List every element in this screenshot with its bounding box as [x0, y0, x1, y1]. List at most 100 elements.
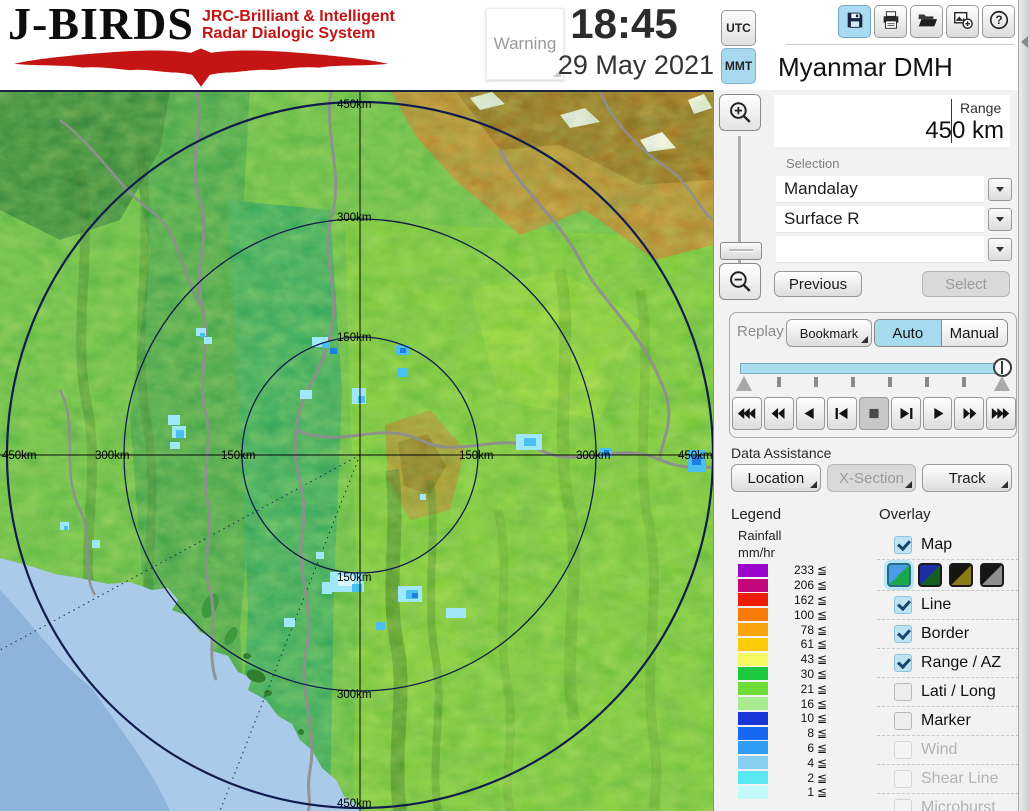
step-back-icon [835, 408, 848, 419]
replay-panel: Replay Bookmark Auto Manual [729, 312, 1017, 438]
overlay-item-label: Wind [921, 741, 958, 758]
wind-checkbox[interactable] [894, 741, 912, 759]
x-section-button[interactable]: X-Section [826, 464, 917, 492]
overlay-item-label: Marker [921, 712, 971, 729]
step-back-button[interactable] [827, 397, 858, 430]
data-assistance-label: Data Assistance [731, 445, 832, 461]
utc-button[interactable]: UTC [721, 10, 756, 46]
option-dropdown-button[interactable] [988, 238, 1012, 261]
timeline-tick [777, 377, 781, 387]
product-dropdown-value[interactable]: Surface R [776, 206, 984, 233]
legend-scale: 233 ≦ 206 ≦ 162 ≦ 100 ≦ 78 ≦ 61 ≦ 43 ≦ 30 ≦ 21 ≦ 16 ≦ 10 ≦ 8 ≦ 6… [738, 563, 853, 800]
radar-map[interactable]: 450km 300km 150km 150km 300km 450km 450km 300km… [0, 90, 713, 811]
overlay-item-lati-long: Lati / Long [877, 678, 1019, 707]
lte-symbol: ≦ [817, 770, 828, 785]
product-dropdown: Surface R [776, 206, 1019, 233]
track-button[interactable]: Track [922, 464, 1013, 492]
range-az-checkbox[interactable] [894, 654, 912, 672]
radar-map-svg: 450km 300km 150km 150km 300km 450km 450km 300km… [0, 90, 713, 811]
add-image-button[interactable] [946, 5, 979, 38]
microburst-checkbox[interactable] [894, 799, 912, 811]
legend-color-swatch [738, 637, 768, 651]
legend-value: 8 [807, 726, 814, 741]
add-image-icon [952, 9, 974, 34]
legend-value: 61 [800, 637, 814, 652]
forward-button[interactable] [954, 397, 985, 430]
zoom-in-button[interactable] [719, 94, 761, 131]
toolbar: ? [838, 5, 1015, 38]
clock-date: 29 May 2021 [557, 50, 714, 80]
legend-color-swatch [738, 593, 768, 607]
lte-symbol: ≦ [817, 711, 828, 726]
option-dropdown-value[interactable] [776, 236, 984, 263]
lati-long-checkbox[interactable] [894, 683, 912, 701]
line-checkbox[interactable] [894, 596, 912, 614]
open-folder-icon [916, 9, 938, 34]
forward-fast-button[interactable] [986, 397, 1017, 430]
legend-value: 10 [800, 711, 814, 726]
lte-symbol: ≦ [817, 696, 828, 711]
play-icon [933, 408, 944, 419]
save-button[interactable] [838, 5, 871, 38]
map-checkbox[interactable] [894, 536, 912, 554]
legend-value: 78 [800, 622, 814, 637]
rewind-fast-button[interactable] [732, 397, 762, 430]
print-button[interactable] [874, 5, 907, 38]
site-dropdown: Mandalay [776, 176, 1019, 203]
map-theme-black-gray[interactable] [980, 563, 1004, 587]
lte-symbol: ≦ [817, 681, 828, 696]
bookmark-button[interactable]: Bookmark [786, 319, 872, 347]
option-dropdown [776, 236, 1019, 263]
replay-timeline[interactable] [740, 363, 1004, 374]
legend-item: 61 ≦ [738, 637, 853, 652]
overlay-item-wind: Wind [877, 736, 1019, 765]
site-dropdown-value[interactable]: Mandalay [776, 176, 984, 203]
site-dropdown-button[interactable] [988, 178, 1012, 201]
chevron-down-icon [996, 247, 1004, 252]
legend-item: 1 ≦ [738, 785, 853, 800]
timeline-tick [888, 377, 892, 387]
lte-symbol: ≦ [817, 666, 828, 681]
select-button[interactable]: Select [922, 271, 1010, 297]
legend-value: 30 [800, 666, 814, 681]
overlay-label: Overlay [879, 506, 931, 523]
map-theme-navy-darkgreen[interactable] [918, 563, 942, 587]
legend-color-swatch [738, 563, 768, 577]
zoom-out-button[interactable] [719, 263, 761, 300]
rewind-button[interactable] [763, 397, 794, 430]
timeline-end-marker[interactable] [994, 376, 1010, 391]
product-dropdown-button[interactable] [988, 208, 1012, 231]
help-button[interactable]: ? [982, 5, 1015, 38]
shear-line-checkbox[interactable] [894, 770, 912, 788]
selection-label: Selection [786, 156, 840, 171]
legend-color-swatch [738, 756, 768, 770]
timeline-handle[interactable] [993, 358, 1012, 377]
overlay-item-label: Map [921, 536, 953, 553]
open-folder-button[interactable] [910, 5, 943, 38]
legend-unit-line1: Rainfall [738, 528, 782, 543]
legend-value: 206 [793, 578, 814, 593]
lte-symbol: ≦ [817, 740, 828, 755]
play-back-button[interactable] [795, 397, 826, 430]
mmt-button[interactable]: MMT [721, 48, 756, 84]
timeline-tick [851, 377, 855, 387]
legend-item: 30 ≦ [738, 667, 853, 682]
marker-checkbox[interactable] [894, 712, 912, 730]
manual-mode-button[interactable]: Manual [941, 320, 1007, 346]
previous-button[interactable]: Previous [774, 271, 862, 297]
range-label-150km: 150km [337, 572, 372, 584]
auto-mode-button[interactable]: Auto [875, 320, 942, 346]
play-button[interactable] [922, 397, 953, 430]
legend-value: 1 [807, 785, 814, 800]
timeline-start-marker[interactable] [736, 376, 752, 391]
map-theme-black-olive[interactable] [949, 563, 973, 587]
step-forward-button[interactable] [890, 397, 921, 430]
zoom-slider-handle[interactable] [720, 242, 762, 260]
border-checkbox[interactable] [894, 625, 912, 643]
location-button[interactable]: Location [731, 464, 821, 492]
panel-collapse-strip[interactable] [1018, 0, 1030, 811]
lte-symbol: ≦ [817, 726, 828, 741]
overlay-item-label: Lati / Long [921, 683, 996, 700]
map-theme-blue-green[interactable] [887, 563, 911, 587]
stop-button[interactable] [859, 397, 889, 430]
